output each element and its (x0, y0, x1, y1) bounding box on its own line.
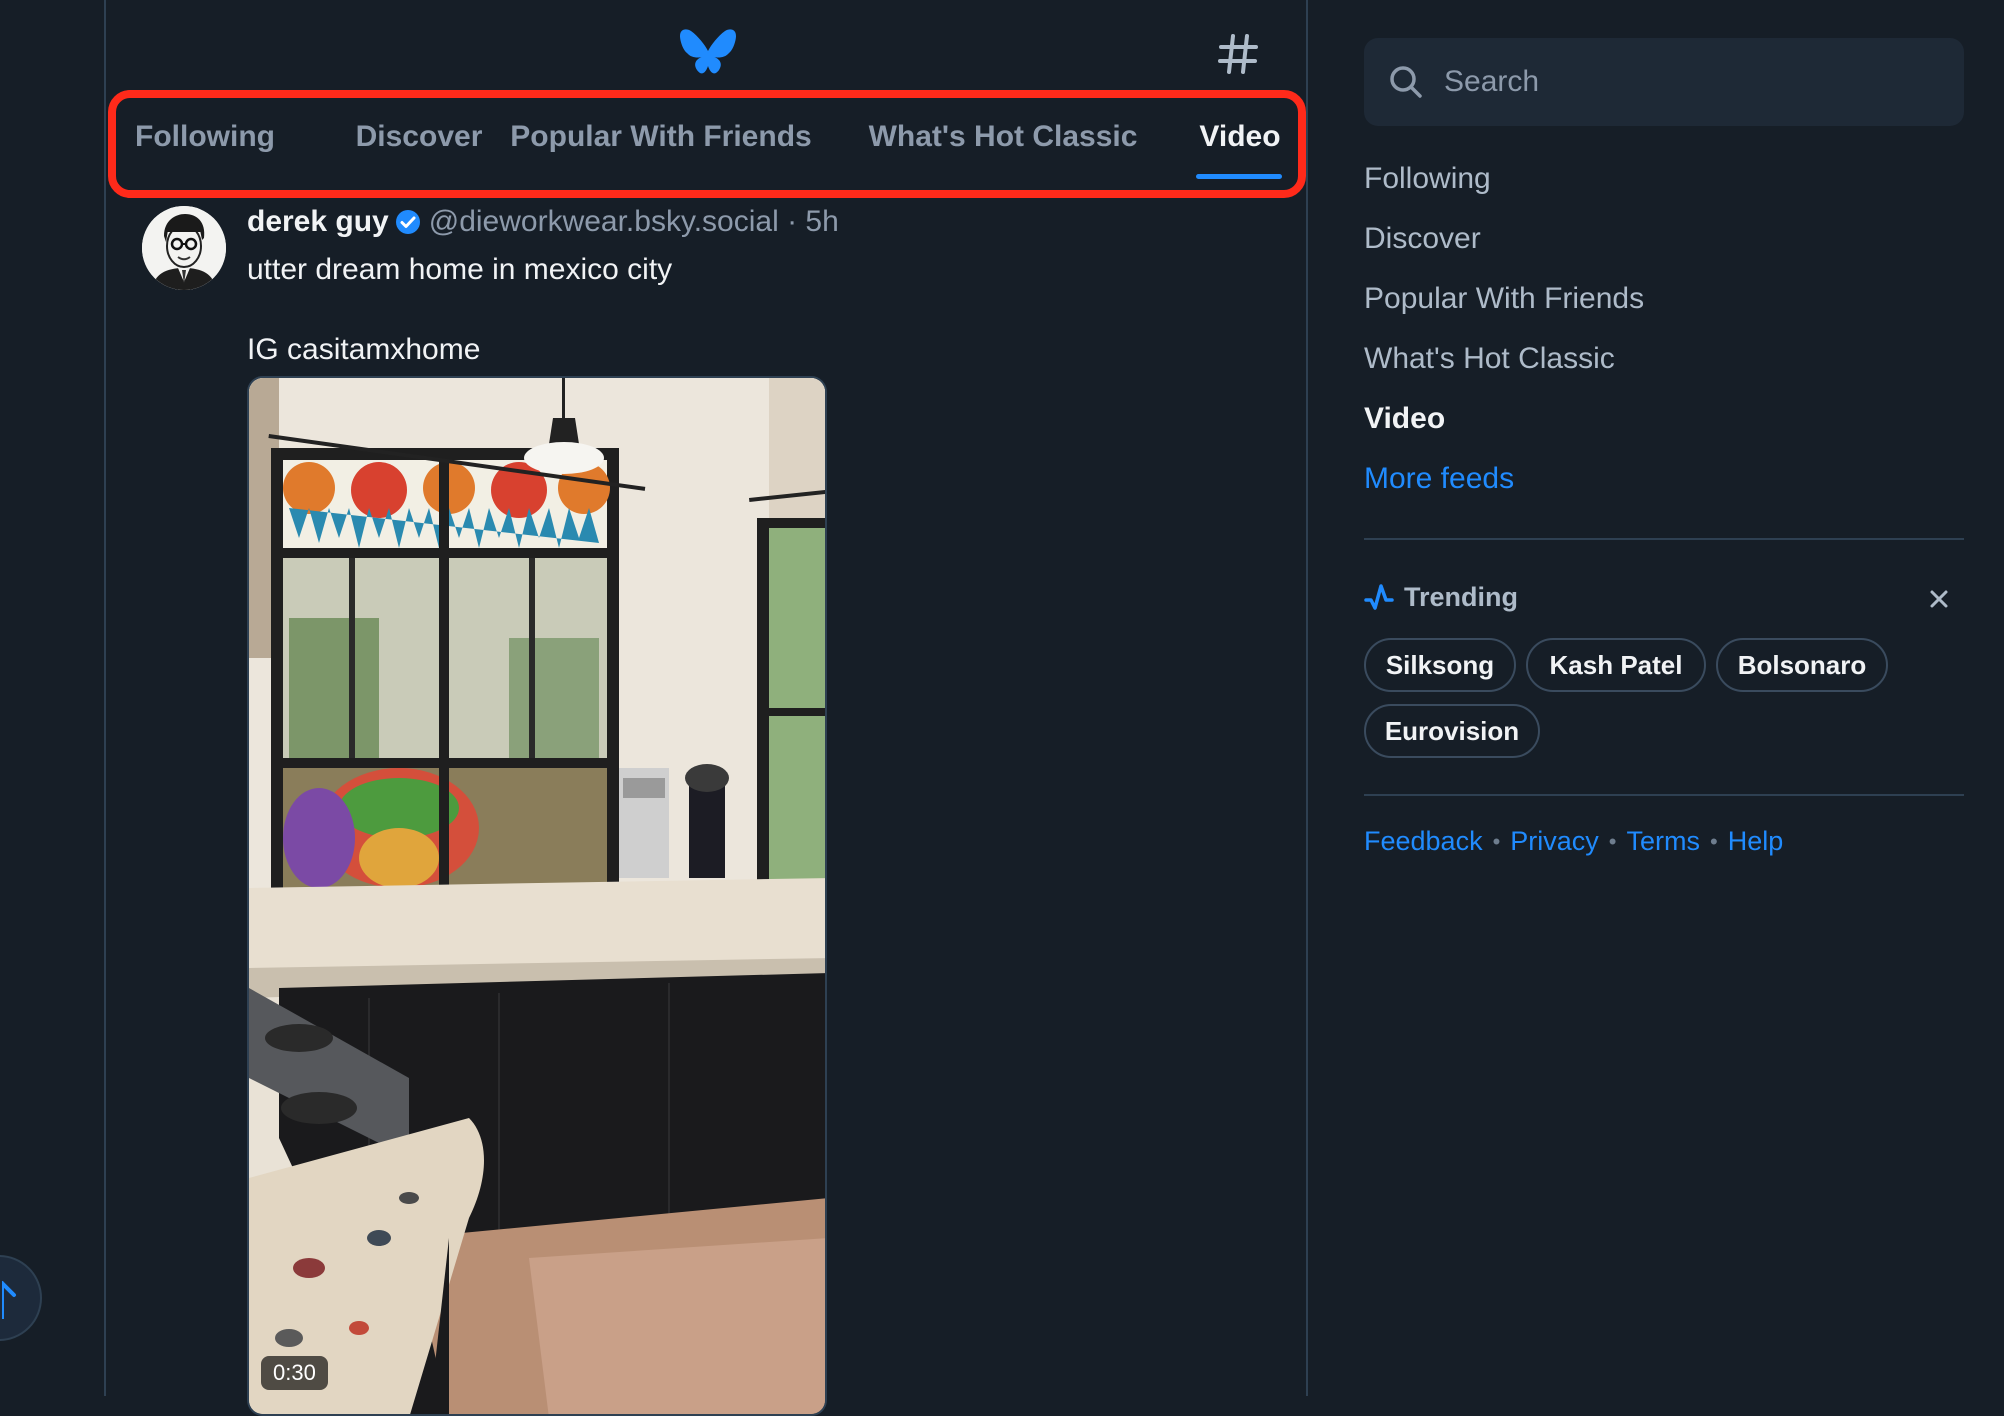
tab-discover[interactable]: Discover (324, 92, 514, 182)
hashtag-button[interactable] (1208, 24, 1268, 84)
sidebar-feed-popular-with-friends[interactable]: Popular With Friends (1364, 282, 1644, 316)
search-box[interactable] (1364, 38, 1964, 126)
video-player[interactable]: 0:30 (247, 376, 827, 1416)
video-thumbnail (249, 378, 825, 1414)
sidebar-feed-video[interactable]: Video (1364, 402, 1445, 436)
footer-links: Feedback • Privacy • Terms • Help (1364, 826, 1783, 857)
search-icon (1390, 66, 1422, 98)
sidebar-feed-following[interactable]: Following (1364, 162, 1491, 196)
tab-following[interactable]: Following (130, 92, 280, 182)
footer-link-privacy[interactable]: Privacy (1510, 826, 1599, 857)
scroll-to-top-button[interactable] (0, 1255, 42, 1341)
trending-topic-pill[interactable]: Bolsonaro (1716, 638, 1888, 692)
author-handle-time[interactable]: @dieworkwear.bsky.social · 5h (429, 205, 839, 239)
close-icon (1930, 590, 1948, 608)
footer-link-terms[interactable]: Terms (1627, 826, 1701, 857)
butterfly-logo-icon[interactable] (678, 28, 738, 80)
footer-separator: • (1492, 828, 1501, 854)
feed-tab-bar: Following Discover Popular With Friends … (106, 92, 1308, 182)
verified-check-icon (395, 209, 421, 235)
footer-separator: • (1710, 828, 1718, 854)
video-duration: 0:30 (261, 1356, 328, 1390)
tab-whats-hot-classic[interactable]: What's Hot Classic (858, 92, 1148, 182)
feed-post[interactable]: derek guy @dieworkwear.bsky.social · 5h … (106, 198, 1308, 1416)
divider (1364, 538, 1964, 540)
footer-link-feedback[interactable]: Feedback (1364, 826, 1483, 857)
active-tab-indicator (1196, 174, 1282, 179)
right-sidebar: Following Discover Popular With Friends … (1364, 0, 1964, 1396)
trending-topic-pill[interactable]: Silksong (1364, 638, 1516, 692)
trending-topic-pill[interactable]: Eurovision (1364, 704, 1540, 758)
tab-popular-with-friends[interactable]: Popular With Friends (500, 92, 822, 182)
post-text: utter dream home in mexico city IG casit… (247, 248, 672, 372)
tab-video[interactable]: Video (1188, 92, 1292, 182)
close-trending-button[interactable] (1924, 584, 1954, 614)
trending-topic-pill[interactable]: Kash Patel (1526, 638, 1706, 692)
post-text-line: IG casitamxhome (247, 333, 481, 366)
left-gutter (0, 0, 106, 1396)
trending-icon (1364, 584, 1394, 610)
more-feeds-link[interactable]: More feeds (1364, 462, 1514, 496)
search-input[interactable] (1442, 38, 1942, 126)
avatar[interactable] (142, 206, 226, 290)
sidebar-feed-whats-hot-classic[interactable]: What's Hot Classic (1364, 342, 1615, 376)
trending-title: Trending (1404, 581, 1518, 612)
post-header: derek guy @dieworkwear.bsky.social · 5h (247, 202, 839, 242)
feed-column: Following Discover Popular With Friends … (106, 0, 1308, 1416)
sidebar-feed-discover[interactable]: Discover (1364, 222, 1481, 256)
author-name[interactable]: derek guy (247, 205, 389, 239)
hashtag-icon (1218, 34, 1258, 74)
footer-link-help[interactable]: Help (1728, 826, 1784, 857)
footer-separator: • (1608, 828, 1617, 854)
post-text-line: utter dream home in mexico city (247, 253, 673, 286)
trending-header: Trending (1364, 578, 1518, 616)
arrow-up-icon (2, 1281, 16, 1319)
divider (1364, 794, 1964, 796)
